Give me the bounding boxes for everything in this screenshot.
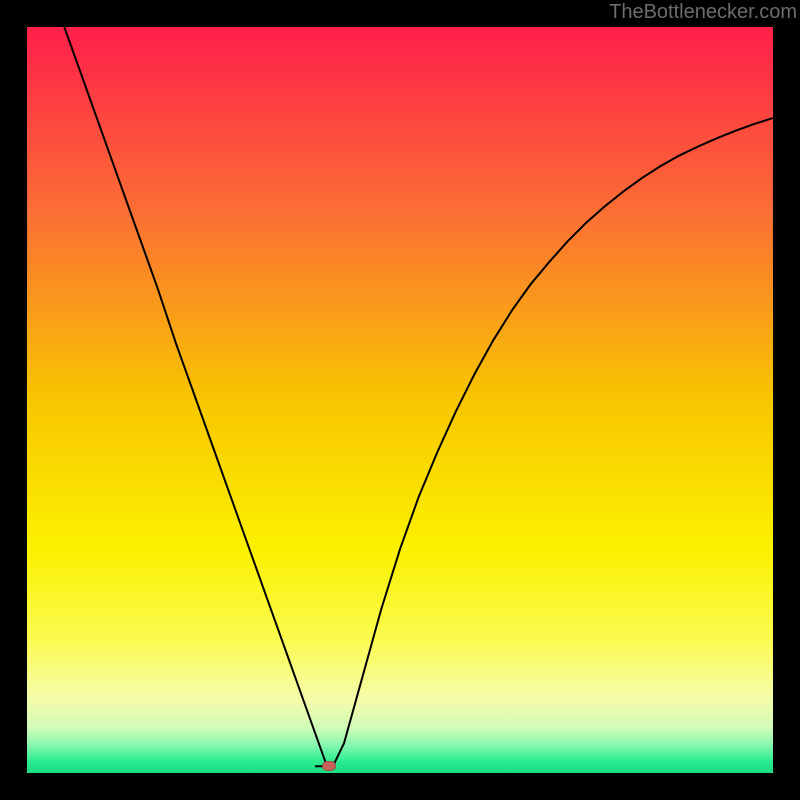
chart-frame: TheBottlenecker.com <box>0 0 800 800</box>
optimal-point-marker <box>322 761 336 771</box>
plot-area <box>27 27 773 773</box>
chart-svg <box>27 27 773 773</box>
watermark-text: TheBottlenecker.com <box>609 1 797 24</box>
gradient-background <box>27 27 773 773</box>
